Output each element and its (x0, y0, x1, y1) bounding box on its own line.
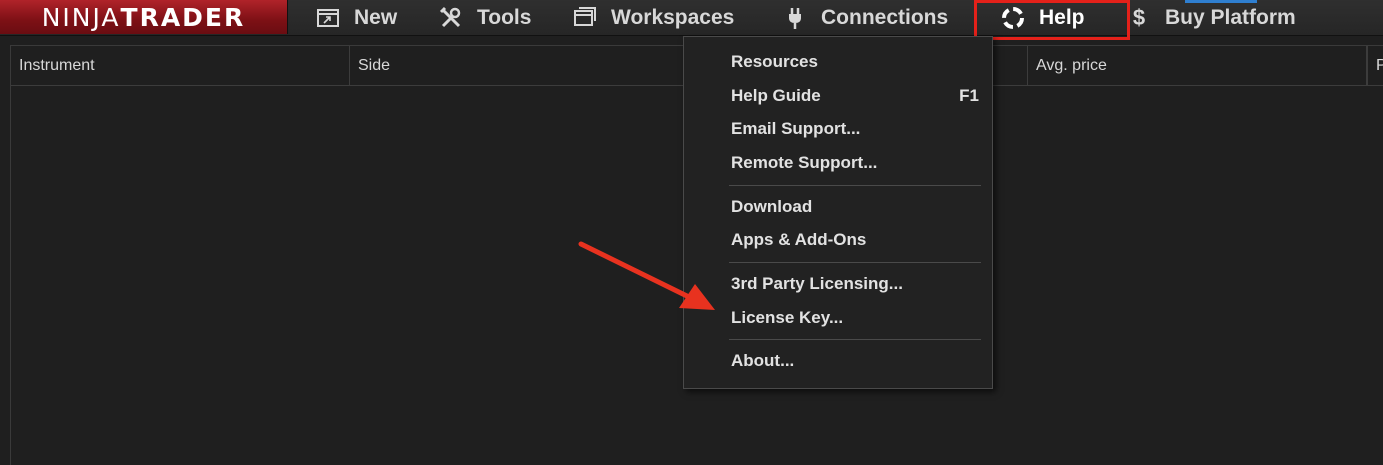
menu-item-email-support[interactable]: Email Support... (684, 113, 992, 145)
menu-separator (729, 185, 981, 186)
column-header-partial[interactable]: P (1367, 46, 1383, 86)
menu-item-label: Remote Support... (731, 153, 878, 172)
menu-new-label: New (354, 6, 398, 29)
menu-item-about[interactable]: About... (684, 345, 992, 377)
workspaces-icon (571, 4, 599, 32)
dollar-icon: $ (1132, 5, 1146, 30)
menu-item-apps-addons[interactable]: Apps & Add-Ons (684, 224, 992, 256)
plug-icon (781, 4, 809, 32)
menu-bar: NINJA TRADER New Tools Workspaces Connect… (0, 0, 1383, 36)
menu-item-label: 3rd Party Licensing... (731, 274, 903, 293)
menu-item-label: Apps & Add-Ons (731, 230, 867, 249)
menu-separator (729, 339, 981, 340)
new-window-icon (314, 4, 342, 32)
ninjatrader-logo: NINJA TRADER (0, 0, 288, 34)
column-header-label: Side (358, 57, 391, 74)
menu-item-label: Resources (731, 52, 818, 71)
menu-buy-platform[interactable]: $ Buy Platform (1125, 0, 1296, 36)
menu-item-3rd-party-licensing[interactable]: 3rd Party Licensing... (684, 268, 992, 300)
tools-icon (437, 4, 465, 32)
menu-item-help-guide[interactable]: Help Guide F1 (684, 80, 992, 112)
menu-tools-label: Tools (477, 6, 532, 29)
menu-item-license-key[interactable]: License Key... (684, 302, 992, 334)
column-header-label: P (1376, 57, 1383, 74)
help-dropdown-menu: Resources Help Guide F1 Email Support...… (683, 36, 993, 389)
menu-help[interactable]: Help (999, 0, 1085, 36)
menu-item-resources[interactable]: Resources (684, 46, 992, 78)
menu-separator (729, 262, 981, 263)
menu-item-label: License Key... (731, 308, 844, 327)
menu-connections-label: Connections (821, 6, 949, 29)
menu-tools[interactable]: Tools (437, 0, 531, 36)
column-header-avg-price[interactable]: Avg. price (1028, 46, 1367, 86)
menu-item-label: About... (731, 351, 795, 370)
menu-item-download[interactable]: Download (684, 191, 992, 223)
column-header-label: Avg. price (1036, 57, 1107, 74)
menu-workspaces[interactable]: Workspaces (571, 0, 734, 36)
menu-connections[interactable]: Connections (781, 0, 948, 36)
column-header-label: Instrument (19, 57, 95, 74)
menu-buy-platform-label: Buy Platform (1165, 6, 1296, 29)
menu-item-label: Download (731, 197, 813, 216)
menu-item-label: Email Support... (731, 119, 861, 138)
menu-item-label: Help Guide (731, 86, 821, 105)
active-tab-indicator (1185, 0, 1257, 3)
column-header-instrument[interactable]: Instrument (11, 46, 350, 86)
menu-workspaces-label: Workspaces (611, 6, 735, 29)
logo-text-trader: TRADER (120, 2, 246, 32)
logo-text-ninja: NINJA (41, 2, 121, 32)
menu-help-label: Help (1039, 6, 1085, 29)
menu-item-remote-support[interactable]: Remote Support... (684, 147, 992, 179)
menu-new[interactable]: New (314, 0, 397, 36)
shortcut-label: F1 (959, 86, 979, 105)
lifebuoy-icon (999, 4, 1027, 32)
